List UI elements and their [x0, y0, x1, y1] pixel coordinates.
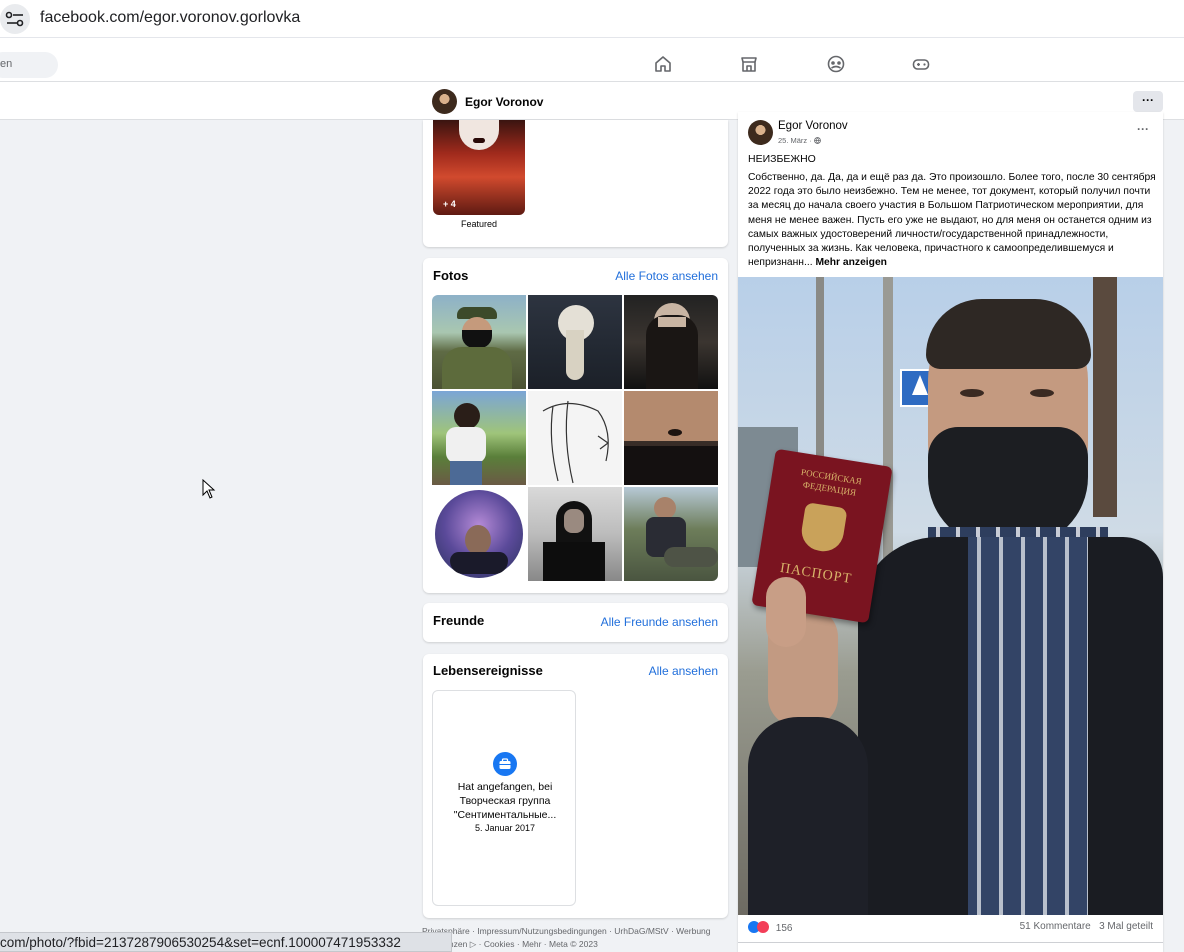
feed-post: Egor Voronov 25. März · ··· НЕИЗБЕЖНО Со…: [738, 112, 1163, 952]
profile-name[interactable]: Egor Voronov: [465, 95, 543, 109]
life-events-see-all-link[interactable]: Alle ansehen: [649, 664, 718, 678]
url-text[interactable]: facebook.com/egor.voronov.gorlovka: [40, 9, 300, 27]
page-footer: Privatsphäre · Impressum/Nutzungsbedingu…: [422, 925, 732, 951]
life-events-card: Lebensereignisse Alle ansehen Hat angefa…: [423, 654, 728, 918]
featured-image[interactable]: + 4: [433, 120, 525, 215]
post-body: Собственно, да. Да, да и ещё раз да. Это…: [748, 172, 1156, 269]
sketch-drawing: [542, 400, 610, 484]
footer-links-line2[interactable]: präferenzen ▷ · Cookies · Mehr · Meta © …: [422, 938, 732, 951]
post-photo[interactable]: РОССИЙСКАЯ ФЕДЕРАЦИЯ ПАСПОРТ: [738, 277, 1163, 915]
home-icon[interactable]: [654, 55, 672, 73]
avatar[interactable]: [432, 89, 457, 114]
coat-of-arms-icon: [798, 502, 848, 555]
search-input[interactable]: en: [0, 52, 58, 78]
comments-count[interactable]: 51 Kommentare: [1020, 921, 1091, 932]
photo-thumbnail[interactable]: [528, 487, 622, 581]
photo-thumbnail[interactable]: [624, 487, 718, 581]
photos-see-all-link[interactable]: Alle Fotos ansehen: [615, 269, 718, 283]
life-events-title: Lebensereignisse: [433, 663, 543, 678]
featured-face: [459, 120, 499, 150]
life-event-text: Hat angefangen, bei Творческая группа "С…: [453, 781, 557, 821]
friends-see-all-link[interactable]: Alle Freunde ansehen: [601, 615, 718, 629]
globe-icon: [813, 137, 821, 144]
status-bar-url: com/photo/?fbid=2137287906530254&set=ecn…: [0, 932, 452, 952]
friends-card: Freunde Alle Freunde ansehen: [423, 603, 728, 642]
marketplace-icon[interactable]: [740, 55, 758, 73]
post-stats: 51 Kommentare 3 Mal geteilt: [1020, 921, 1153, 932]
featured-count: + 4: [443, 199, 456, 209]
mouse-cursor-icon: [202, 479, 216, 499]
photo-thumbnail[interactable]: [624, 295, 718, 389]
life-event-date: 5. Januar 2017: [474, 823, 536, 833]
gaming-icon[interactable]: [912, 55, 930, 73]
life-event-item[interactable]: Hat angefangen, bei Творческая группа "С…: [432, 690, 576, 906]
photos-card: Fotos Alle Fotos ansehen: [423, 258, 728, 593]
facebook-top-nav: en: [0, 38, 1184, 82]
post-text: Собственно, да. Да, да и ещё раз да. Это…: [748, 171, 1156, 270]
reactions-count: 156: [775, 923, 793, 934]
see-more-link[interactable]: Mehr anzeigen: [815, 257, 887, 268]
site-settings-button[interactable]: [0, 4, 30, 34]
post-more-button[interactable]: ···: [1137, 122, 1149, 136]
friends-title: Freunde: [433, 613, 485, 628]
photo-thumbnail[interactable]: [432, 295, 526, 389]
post-title: НЕИЗБЕЖНО: [748, 153, 816, 165]
profile-more-button[interactable]: ···: [1133, 91, 1163, 112]
photos-title: Fotos: [433, 268, 469, 283]
post-author-avatar[interactable]: [748, 120, 773, 145]
photo-thumbnail[interactable]: [432, 391, 526, 485]
post-date[interactable]: 25. März ·: [778, 136, 821, 145]
tune-icon: [5, 11, 24, 27]
post-actions-bar: [738, 942, 1163, 952]
photo-thumbnail[interactable]: [528, 295, 622, 389]
shares-count[interactable]: 3 Mal geteilt: [1099, 921, 1153, 932]
footer-links-line1[interactable]: Privatsphäre · Impressum/Nutzungsbedingu…: [422, 925, 732, 938]
featured-mouth: [473, 138, 485, 143]
reactions-summary[interactable]: 156: [748, 921, 792, 934]
photo-thumbnail[interactable]: [432, 487, 526, 581]
photo-thumbnail[interactable]: [624, 391, 718, 485]
address-bar: facebook.com/egor.voronov.gorlovka: [0, 0, 1184, 38]
featured-card: + 4 Featured: [423, 120, 728, 247]
briefcase-icon: [493, 752, 517, 776]
post-date-text: 25. März ·: [778, 136, 812, 145]
photo-thumbnail[interactable]: [528, 391, 622, 485]
search-placeholder: en: [0, 58, 13, 70]
love-reaction-icon: [757, 921, 769, 933]
post-author-name[interactable]: Egor Voronov: [778, 120, 848, 132]
groups-icon[interactable]: [827, 55, 845, 73]
featured-label: Featured: [460, 219, 498, 229]
photo-grid: [432, 295, 718, 581]
